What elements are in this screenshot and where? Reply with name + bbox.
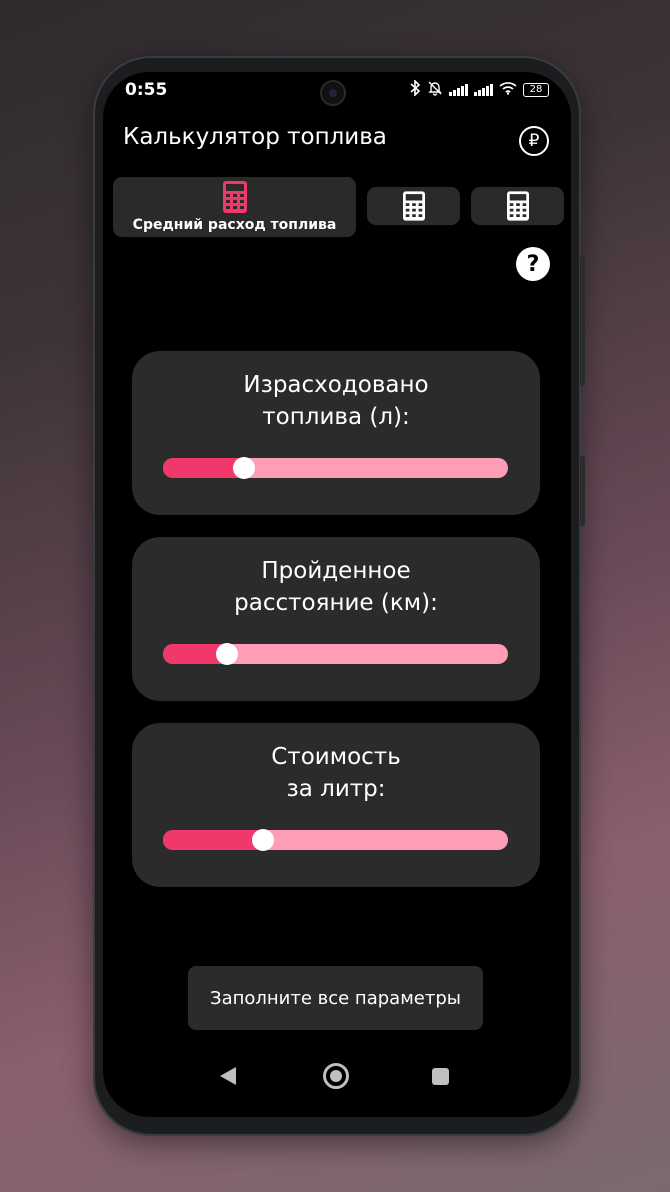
screen: 0:55 28 Калькулятор топлива ₽ Средний ра… [103, 72, 571, 1117]
price-label: Стоимость за литр: [271, 744, 401, 802]
status-icons: 28 [409, 79, 549, 100]
help-button[interactable]: ? [516, 247, 550, 281]
signal-icon [474, 84, 493, 96]
bluetooth-icon [409, 79, 421, 100]
status-time: 0:55 [125, 80, 168, 100]
fuel-used-label: Израсходовано топлива (л): [243, 372, 429, 430]
slider-fill [163, 458, 245, 478]
home-icon[interactable] [323, 1063, 349, 1089]
slider-thumb[interactable] [252, 829, 275, 851]
distance-card: Пройденное расстояние (км): [132, 537, 540, 701]
slider-thumb[interactable] [233, 457, 256, 479]
signal-icon [449, 84, 468, 96]
calculator-icon [222, 181, 247, 213]
phone-frame: 0:55 28 Калькулятор топлива ₽ Средний ра… [93, 56, 585, 1136]
navigation-bar [103, 1047, 571, 1117]
tab-label: Средний расход топлива [132, 217, 337, 233]
distance-label: Пройденное расстояние (км): [234, 558, 438, 616]
calculator-icon [506, 191, 529, 221]
tab-average-consumption[interactable]: Средний расход топлива [113, 177, 356, 237]
wifi-icon [499, 81, 517, 99]
price-slider[interactable] [163, 829, 508, 851]
slider-thumb[interactable] [215, 643, 238, 665]
app-title: Калькулятор топлива [123, 124, 387, 150]
currency-button[interactable]: ₽ [519, 126, 549, 156]
back-icon[interactable] [220, 1067, 236, 1085]
recents-icon[interactable] [432, 1068, 449, 1085]
front-camera [320, 80, 346, 106]
tab-calculator-3[interactable] [471, 187, 564, 225]
price-card: Стоимость за литр: [132, 723, 540, 887]
distance-slider[interactable] [163, 643, 508, 665]
status-bar: 0:55 28 [103, 72, 571, 112]
bell-off-icon [427, 80, 443, 100]
fuel-used-slider[interactable] [163, 457, 508, 479]
power-button [580, 456, 585, 526]
slider-fill [163, 830, 264, 850]
battery-icon: 28 [523, 83, 549, 97]
fuel-used-card: Израсходовано топлива (л): [132, 351, 540, 515]
tab-calculator-2[interactable] [367, 187, 460, 225]
fill-all-hint-button[interactable]: Заполните все параметры [188, 966, 483, 1030]
calculator-icon [402, 191, 425, 221]
volume-button [580, 256, 585, 386]
